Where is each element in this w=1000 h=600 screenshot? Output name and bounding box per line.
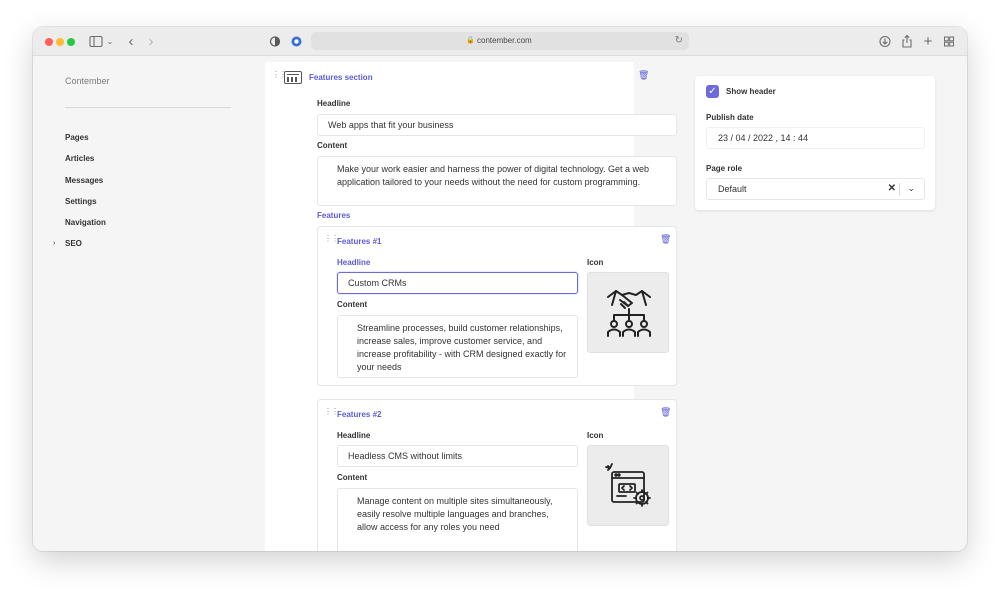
trash-icon[interactable]: 🗑 <box>660 407 671 418</box>
page-role-value: Default <box>718 184 747 194</box>
feature-icon-picker[interactable] <box>587 445 669 526</box>
feature-headline-input[interactable]: Headless CMS without limits <box>337 445 578 467</box>
address-bar[interactable]: 🔒 contember.com ↻ <box>311 32 689 50</box>
feature-headline-input[interactable]: Custom CRMs <box>337 272 578 294</box>
feature-headline-label: Headline <box>337 258 371 267</box>
feature-icon-label: Icon <box>587 258 604 267</box>
plus-icon[interactable]: + <box>922 33 934 50</box>
sidebar-item-navigation[interactable]: Navigation <box>65 218 106 227</box>
sidebar-item-pages[interactable]: Pages <box>65 133 89 142</box>
page-role-label: Page role <box>706 164 743 173</box>
handshake-team-icon <box>607 290 651 337</box>
publish-date-label: Publish date <box>706 113 754 122</box>
sidebar-item-messages[interactable]: Messages <box>65 176 103 185</box>
sidebar-item-articles[interactable]: Articles <box>65 154 94 163</box>
trash-icon[interactable]: 🗑 <box>638 70 649 81</box>
url-text: contember.com <box>477 36 532 45</box>
show-header-label[interactable]: Show header <box>726 87 776 96</box>
close-icon[interactable]: ✕ <box>888 183 896 194</box>
divider <box>899 183 900 196</box>
chevron-down-icon[interactable]: ⌄ <box>106 33 114 50</box>
chevron-down-icon[interactable]: ⌄ <box>907 183 915 194</box>
feature-icon-label: Icon <box>587 431 604 440</box>
grid-icon[interactable] <box>943 33 955 50</box>
content-label: Content <box>317 141 348 150</box>
feature-content-label: Content <box>337 473 368 482</box>
minimize-window-button[interactable] <box>56 38 64 46</box>
lock-icon: 🔒 <box>466 37 475 44</box>
sidebar-item-seo[interactable]: SEO <box>65 239 82 248</box>
chevron-right-icon[interactable]: › <box>146 33 156 50</box>
feature-item: ⋮⋮ Features #2 🗑 Headline Headless CMS w… <box>317 399 677 551</box>
browser-toolbar: ⌄ ‹ › 🔒 contember.com ↻ + <box>33 27 967 56</box>
show-header-checkbox[interactable]: ✓ <box>706 85 719 98</box>
page-settings-panel: ✓ Show header Publish date 23 / 04 / 202… <box>695 76 935 210</box>
drag-handle-icon[interactable]: ⋮⋮ <box>324 407 339 416</box>
features-label: Features <box>317 211 351 220</box>
section-title: Features section <box>309 73 373 82</box>
trash-icon[interactable]: 🗑 <box>660 234 671 245</box>
chevron-left-icon[interactable]: ‹ <box>126 33 136 50</box>
page-role-select[interactable]: Default ✕ ⌄ <box>706 178 925 200</box>
feature-title: Features #2 <box>337 410 382 419</box>
app-sidebar: Contember Pages Articles Messages Settin… <box>33 56 231 551</box>
zoom-window-button[interactable] <box>67 38 75 46</box>
drag-handle-icon[interactable]: ⋮⋮ <box>324 234 339 243</box>
shield-icon[interactable] <box>269 33 281 50</box>
download-icon[interactable] <box>879 33 891 50</box>
headline-label: Headline <box>317 99 351 108</box>
chevron-right-icon[interactable]: › <box>53 240 55 247</box>
sidebar-item-settings[interactable]: Settings <box>65 197 97 206</box>
divider <box>65 107 231 108</box>
browser-code-gear-icon <box>605 463 651 507</box>
brand-name: Contember <box>65 76 110 86</box>
browser-window: ⌄ ‹ › 🔒 contember.com ↻ + Contember Page… <box>33 27 967 551</box>
feature-content-textarea[interactable]: Manage content on multiple sites simulta… <box>337 488 578 551</box>
feature-content-label: Content <box>337 300 368 309</box>
sidebar-icon[interactable] <box>89 33 103 50</box>
feature-icon-picker[interactable] <box>587 272 669 353</box>
section-layout-icon <box>284 71 302 84</box>
share-icon[interactable] <box>901 33 913 50</box>
feature-content-textarea[interactable]: Streamline processes, build customer rel… <box>337 315 578 378</box>
feature-item: ⋮⋮ Features #1 🗑 Headline Custom CRMs Co… <box>317 226 677 386</box>
feature-title: Features #1 <box>337 237 382 246</box>
publish-date-input[interactable]: 23 / 04 / 2022 , 14 : 44 <box>706 127 925 149</box>
extension-icon[interactable] <box>290 33 303 50</box>
close-window-button[interactable] <box>45 38 53 46</box>
headline-input[interactable]: Web apps that fit your business <box>317 114 677 136</box>
content-textarea[interactable]: Make your work easier and harness the po… <box>317 156 677 206</box>
feature-headline-label: Headline <box>337 431 371 440</box>
reload-icon[interactable]: ↻ <box>675 35 683 46</box>
features-section-editor: ⋮⋮ Features section 🗑 Headline Web apps … <box>265 62 677 551</box>
